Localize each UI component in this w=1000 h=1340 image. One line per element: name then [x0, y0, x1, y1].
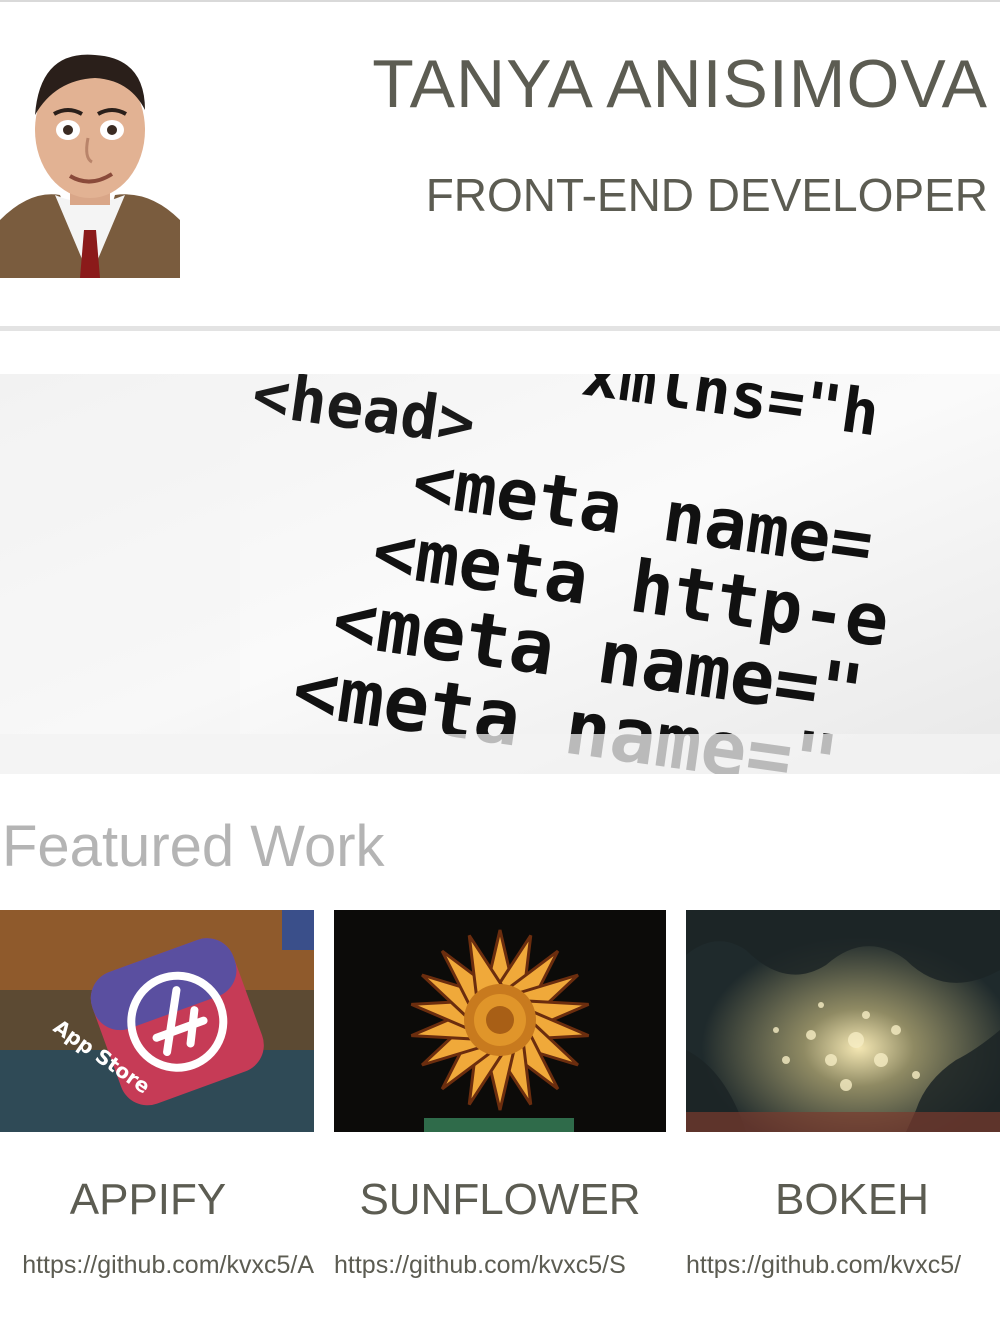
project-link[interactable]: https://github.com/kvxc5/S — [334, 1250, 666, 1280]
job-title: FRONT-END DEVELOPER — [425, 169, 988, 221]
avatar-portrait — [0, 30, 180, 278]
project-link[interactable]: https://github.com/kvxc5/A — [0, 1250, 314, 1280]
project-card[interactable]: SUNFLOWER https://github.com/kvxc5/S — [334, 910, 666, 1310]
section-title: Featured Work — [2, 814, 385, 879]
bokeh-image[interactable] — [686, 910, 1000, 1132]
page-title: TANYA ANISIMOVA — [372, 46, 988, 122]
top-rule — [0, 0, 1000, 2]
project-title[interactable]: APPIFY — [0, 1178, 314, 1222]
hero-image: <head> xmlns="h <meta name= <meta http-e… — [0, 374, 1000, 774]
project-link[interactable]: https://github.com/kvxc5/ — [686, 1250, 1000, 1280]
project-title[interactable]: SUNFLOWER — [334, 1178, 666, 1222]
header-divider — [0, 326, 1000, 331]
project-card[interactable]: BOKEH https://github.com/kvxc5/ — [686, 910, 1000, 1310]
avatar — [0, 30, 180, 278]
sunflower-image[interactable] — [334, 910, 666, 1132]
project-card[interactable]: App Store APPIFY https://github.com/kvxc… — [0, 910, 314, 1310]
project-title[interactable]: BOKEH — [686, 1178, 1000, 1222]
code-image: <head> xmlns="h <meta name= <meta http-e… — [0, 374, 1000, 774]
app-store-icon[interactable]: App Store — [0, 910, 314, 1132]
